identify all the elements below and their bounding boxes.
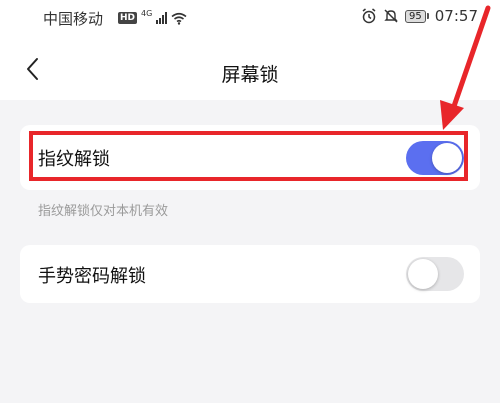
- status-right: 95 07:57: [361, 7, 478, 25]
- network-type: 4G: [141, 8, 153, 18]
- gesture-unlock-label: 手势密码解锁: [38, 266, 146, 287]
- fingerprint-unlock-row[interactable]: 指纹解锁: [20, 125, 480, 190]
- carrier-name: 中国移动: [43, 10, 104, 28]
- fingerprint-unlock-label: 指纹解锁: [38, 149, 110, 170]
- clock: 07:57: [434, 7, 478, 25]
- page-title: 屏幕锁: [221, 64, 279, 86]
- alarm-icon: [362, 8, 376, 24]
- battery-icon: 95: [405, 9, 429, 23]
- mute-bell-icon: [384, 9, 398, 23]
- gesture-unlock-row[interactable]: 手势密码解锁: [20, 245, 480, 303]
- status-bar: 中国移动 HD 4G 95 07:57: [0, 0, 500, 36]
- page-header: 屏幕锁: [0, 40, 500, 98]
- hd-badge: HD: [118, 12, 138, 24]
- network-indicators: HD 4G: [118, 8, 187, 26]
- wifi-icon: [171, 12, 187, 25]
- gesture-unlock-toggle[interactable]: [406, 257, 464, 291]
- fingerprint-hint: 指纹解锁仅对本机有效: [38, 204, 169, 219]
- toggle-knob: [408, 259, 438, 289]
- fingerprint-unlock-toggle[interactable]: [406, 141, 464, 175]
- battery-level: 95: [405, 9, 426, 23]
- signal-icon: [156, 12, 168, 24]
- toggle-knob: [432, 143, 462, 173]
